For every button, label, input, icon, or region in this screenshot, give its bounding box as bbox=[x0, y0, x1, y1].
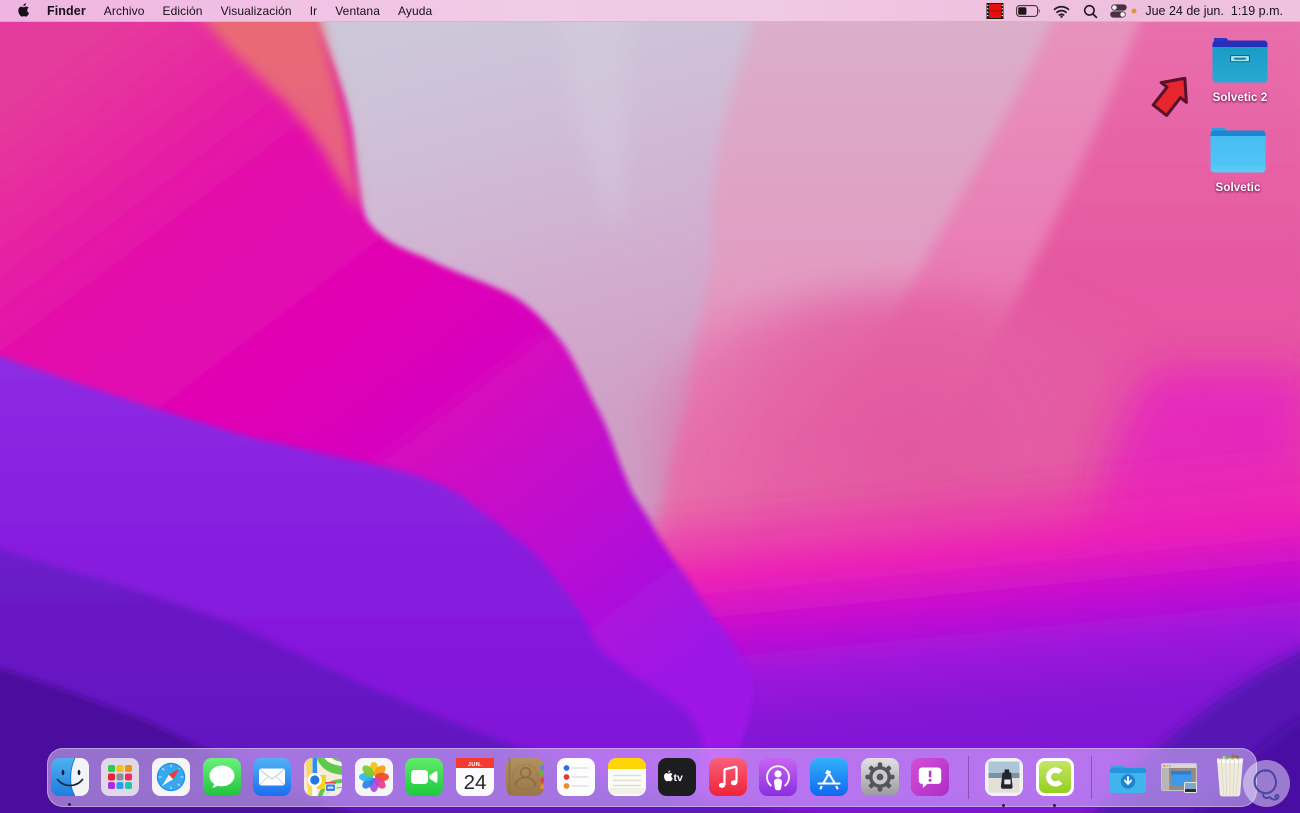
svg-text:24: 24 bbox=[464, 771, 487, 794]
svg-text:tv: tv bbox=[674, 772, 683, 784]
svg-text:JUN.: JUN. bbox=[468, 762, 482, 768]
